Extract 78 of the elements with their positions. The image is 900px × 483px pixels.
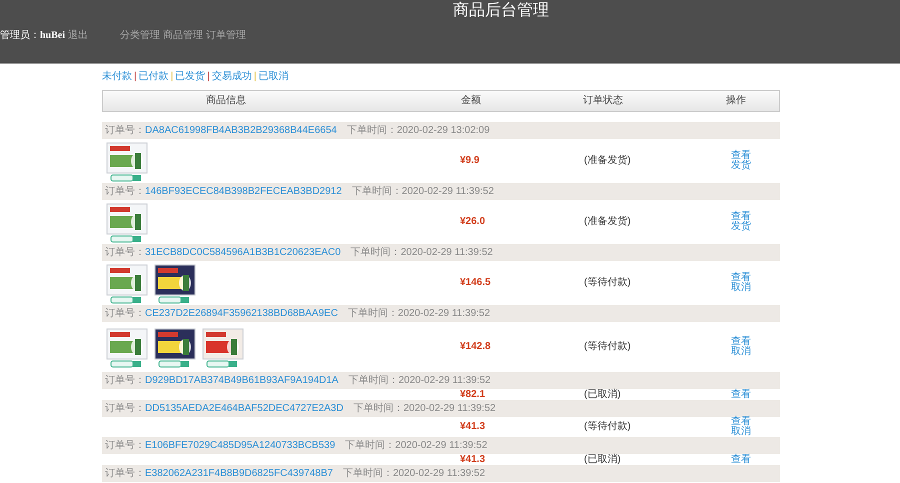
order-status: (等待付款) [583,422,632,432]
separator: | [207,72,210,82]
order-time: 2020-02-29 11:39:52 [403,404,496,414]
order-amount: ¥26.0 [459,217,486,227]
order-status: (准备发货) [583,217,632,227]
order-time: 2020-02-29 11:39:52 [400,248,493,258]
order-number-label: 订单号： [105,404,145,414]
action-link[interactable]: 取消 [731,347,751,357]
action-link[interactable]: 查看 [731,454,751,464]
action-link[interactable]: 发货 [731,222,751,232]
order-number-label: 订单号： [105,186,145,196]
order-time: 2020-02-29 11:39:52 [392,468,486,478]
separator: | [134,72,137,82]
column-header: 商品信息 [205,96,247,106]
order-time-label: 下单时间： [352,186,402,196]
admin-label: 管理员： [0,31,40,41]
order-time-label: 下单时间： [345,440,396,450]
order-amount: ¥41.3 [459,422,486,432]
order-amount: ¥146.5 [459,278,492,288]
order-number-link[interactable]: E106BFE7029C485D95A1240733BCB539 [145,440,336,450]
admin-name: huBei [40,31,66,41]
order-time-label: 下单时间： [350,248,401,258]
order-status: (等待付款) [583,342,632,352]
order-status: (等待付款) [583,278,632,288]
order-time-label: 下单时间： [342,468,393,478]
order-status: (已取消) [583,390,622,400]
order-time: 2020-02-29 11:39:52 [395,440,488,450]
order-number-label: 订单号： [105,468,145,478]
action-link[interactable]: 取消 [731,283,751,293]
order-time-label: 下单时间： [348,308,398,318]
order-number-link[interactable]: 146BF93ECEC84B398B2FECEAB3BD2912 [145,186,342,196]
action-link[interactable]: 查看 [731,212,751,222]
order-time: 2020-02-29 11:39:52 [398,308,490,318]
order-time-label: 下单时间： [346,126,397,136]
logout-link[interactable]: 退出 [68,31,88,41]
order-time-label: 下单时间： [348,376,398,386]
order-number-link[interactable]: E382062A231F4B8B9D6825FC439748B7 [145,468,333,478]
filter-link[interactable]: 已发货 [175,72,206,82]
order-status: (准备发货) [583,156,632,166]
filter-link[interactable]: 已取消 [258,72,288,82]
order-number-link[interactable]: DA8AC61998FB4AB3B2B29368B44E6654 [145,126,337,136]
separator: | [170,72,174,82]
action-link[interactable]: 查看 [731,417,751,427]
action-link[interactable]: 查看 [731,151,751,161]
order-number-label: 订单号： [105,308,145,318]
separator: | [254,72,256,82]
order-number-label: 订单号： [105,440,145,450]
page-title: 商品后台管理 [453,3,549,19]
order-time: 2020-02-29 13:02:09 [396,126,490,136]
order-number-label: 订单号： [105,248,145,258]
action-link[interactable]: 查看 [731,390,751,400]
column-header: 订单状态 [583,96,624,106]
action-link[interactable]: 查看 [731,273,751,283]
column-header: 金额 [460,96,482,106]
action-link[interactable]: 查看 [731,337,751,347]
order-status: (已取消) [583,454,622,464]
order-time-label: 下单时间： [353,404,404,414]
nav-link[interactable]: 分类管理 [120,31,160,41]
filter-link[interactable]: 交易成功 [212,72,252,82]
order-number-link[interactable]: CE237D2E26894F35962138BD68BAA9EC [145,308,338,318]
order-amount: ¥41.3 [459,454,486,464]
order-number-label: 订单号： [105,126,145,136]
order-time: 2020-02-29 11:39:52 [398,376,491,386]
order-number-link[interactable]: D929BD17AB374B49B61B93AF9A194D1A [145,376,338,386]
filter-link[interactable]: 已付款 [138,72,169,82]
nav-link[interactable]: 订单管理 [206,31,246,41]
action-link[interactable]: 发货 [731,161,751,171]
column-header: 操作 [726,96,746,106]
order-amount: ¥82.1 [459,390,486,400]
order-number-link[interactable]: DD5135AEDA2E464BAF52DEC4727E2A3D [145,404,344,414]
order-number-link[interactable]: 31ECB8DC0C584596A1B3B1C20623EAC0 [145,248,341,258]
order-time: 2020-02-29 11:39:52 [402,186,494,196]
order-number-label: 订单号： [105,376,145,386]
order-amount: ¥9.9 [459,156,480,166]
order-amount: ¥142.8 [459,342,492,352]
filter-link[interactable]: 未付款 [102,72,132,82]
nav-link[interactable]: 商品管理 [163,31,204,41]
action-link[interactable]: 取消 [731,427,751,437]
